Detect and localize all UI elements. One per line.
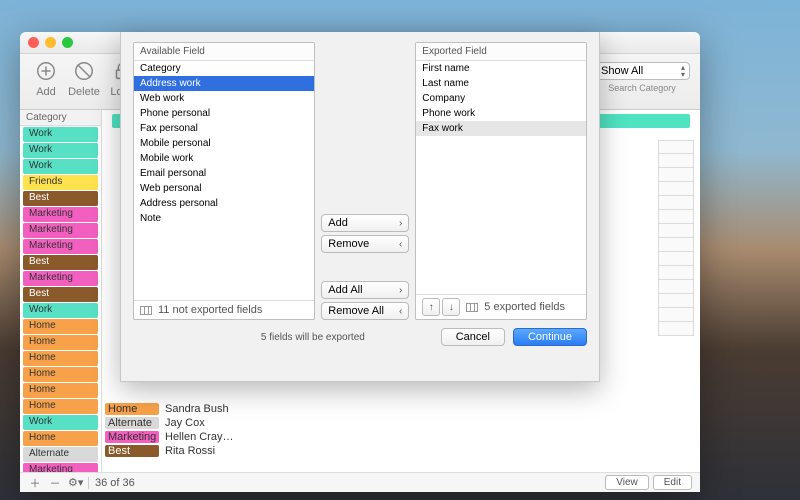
cancel-button[interactable]: Cancel [441,328,505,346]
table-row[interactable]: AlternateJay Cox [102,416,233,430]
sidebar-item[interactable]: Best [23,255,98,270]
list-item[interactable]: Last name [416,76,586,91]
list-item[interactable]: Mobile personal [134,136,314,151]
export-status: 5 fields will be exported [133,332,433,343]
list-item[interactable]: Mobile work [134,151,314,166]
footer-edit-button[interactable]: Edit [653,475,692,490]
sidebar-item[interactable]: Work [23,127,98,142]
sidebar-item[interactable]: Friends [23,175,98,190]
field-track[interactable] [658,294,694,308]
remove-field-button[interactable]: Remove‹ [321,235,409,253]
zoom-icon[interactable] [62,37,73,48]
chevron-right-icon: › [399,285,402,296]
category-filter: Show All ▴▾ Search Category [594,62,690,93]
move-down-button[interactable]: ↓ [442,298,460,316]
sidebar-item[interactable]: Home [23,335,98,350]
plus-circle-icon [33,58,59,84]
columns-icon [466,303,478,312]
sidebar-item[interactable]: Marketing [23,271,98,286]
sidebar-item[interactable]: Home [23,383,98,398]
delete-button[interactable]: Delete [68,58,100,98]
remove-row-button[interactable]: － [48,475,62,491]
available-fields-list[interactable]: Available Field CategoryAddress workWeb … [133,42,315,320]
category-filter-button[interactable]: Show All ▴▾ [594,62,690,80]
field-track[interactable] [658,182,694,196]
sidebar-item[interactable]: Home [23,431,98,446]
list-item[interactable]: Phone personal [134,106,314,121]
sidebar-item[interactable]: Work [23,415,98,430]
list-item[interactable]: Company [416,91,586,106]
sidebar-item[interactable]: Work [23,303,98,318]
list-item[interactable]: Note [134,211,314,226]
list-item[interactable]: Email personal [134,166,314,181]
field-track[interactable] [658,308,694,322]
add-field-button[interactable]: Add› [321,214,409,232]
sidebar-header: Category [20,110,101,126]
list-item[interactable]: Fax work [416,121,586,136]
field-track[interactable] [658,280,694,294]
field-track[interactable] [658,196,694,210]
list-item[interactable]: Address personal [134,196,314,211]
sidebar-item[interactable]: Work [23,159,98,174]
field-tracks [658,140,694,336]
table-row[interactable]: BestRita Rossi [102,444,233,458]
field-track[interactable] [658,140,694,154]
field-track[interactable] [658,322,694,336]
sidebar-item[interactable]: Alternate [23,447,98,462]
list-item[interactable]: Web work [134,91,314,106]
exported-fields-list[interactable]: Exported Field First nameLast nameCompan… [415,42,587,320]
field-track[interactable] [658,210,694,224]
sidebar-item[interactable]: Marketing [23,223,98,238]
list-item[interactable]: Web personal [134,181,314,196]
footer-bar: ＋ － ⚙︎▾ 36 of 36 View Edit [20,472,700,492]
field-track[interactable] [658,266,694,280]
updown-icon: ▴▾ [681,64,685,78]
sidebar-item[interactable]: Home [23,319,98,334]
traffic-lights [28,37,73,48]
sidebar-item[interactable]: Best [23,287,98,302]
list-item[interactable]: Category [134,61,314,76]
move-up-button[interactable]: ↑ [422,298,440,316]
sidebar-item[interactable]: Home [23,367,98,382]
chevron-right-icon: › [399,218,402,229]
minimize-icon[interactable] [45,37,56,48]
sidebar-item[interactable]: Marketing [23,239,98,254]
export-fields-dialog: Available Field CategoryAddress workWeb … [120,32,600,382]
category-sidebar: Category WorkWorkWorkFriendsBestMarketin… [20,110,102,472]
continue-button[interactable]: Continue [513,328,587,346]
field-track[interactable] [658,224,694,238]
field-track[interactable] [658,252,694,266]
field-track[interactable] [658,154,694,168]
add-all-button[interactable]: Add All› [321,281,409,299]
field-track[interactable] [658,168,694,182]
list-item[interactable]: Address work [134,76,314,91]
list-item[interactable]: Phone work [416,106,586,121]
add-row-button[interactable]: ＋ [28,475,42,491]
add-button[interactable]: Add [30,58,62,98]
sidebar-item[interactable]: Marketing [23,463,98,472]
table-row[interactable]: MarketingHellen Cray… [102,430,233,444]
table-row[interactable]: HomeSandra Bush [102,402,233,416]
app-window: My Contacts.privcont — Edited ⌵ Add Dele… [20,32,700,492]
sidebar-item[interactable]: Marketing [23,207,98,222]
no-entry-icon [71,58,97,84]
footer-view-button[interactable]: View [605,475,649,490]
gear-menu[interactable]: ⚙︎▾ [68,476,82,489]
chevron-left-icon: ‹ [399,239,402,250]
list-item[interactable]: Fax personal [134,121,314,136]
sidebar-item[interactable]: Home [23,399,98,414]
remove-all-button[interactable]: Remove All‹ [321,302,409,320]
close-icon[interactable] [28,37,39,48]
field-track[interactable] [658,238,694,252]
sidebar-item[interactable]: Home [23,351,98,366]
sidebar-item[interactable]: Work [23,143,98,158]
chevron-left-icon: ‹ [399,306,402,317]
record-count: 36 of 36 [95,477,135,489]
list-item[interactable]: First name [416,61,586,76]
columns-icon [140,306,152,315]
sidebar-item[interactable]: Best [23,191,98,206]
